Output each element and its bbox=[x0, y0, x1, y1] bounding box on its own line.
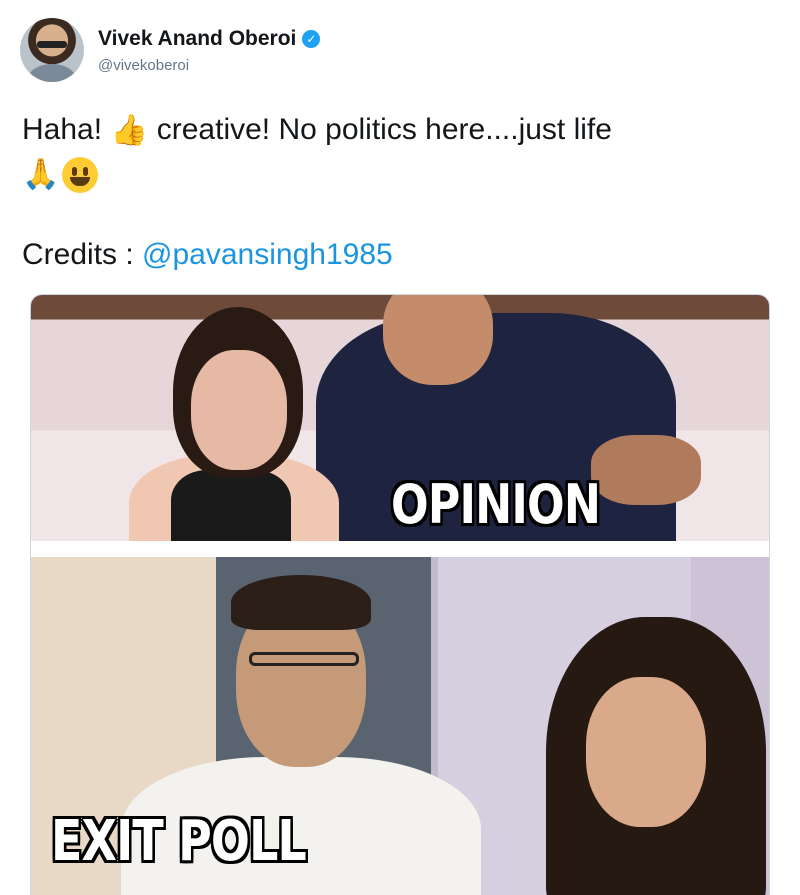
author-names: Vivek Anand Oberoi ✓ @vivekoberoi bbox=[98, 27, 321, 74]
tweet-header: Vivek Anand Oberoi ✓ @vivekoberoi bbox=[20, 18, 321, 82]
tweet-text: Haha! 👍 creative! No politics here....ju… bbox=[22, 108, 782, 196]
grinning-face-emoji-icon bbox=[62, 157, 98, 194]
folded-hands-emoji-icon: 🙏 bbox=[22, 158, 60, 192]
tweet-text-part2: creative! No politics here....just life bbox=[156, 113, 612, 146]
display-name[interactable]: Vivek Anand Oberoi bbox=[98, 27, 296, 51]
man-hair bbox=[231, 575, 371, 630]
meme-panel-top: OPINION POLL bbox=[31, 295, 769, 541]
avatar[interactable] bbox=[20, 18, 84, 82]
avatar-shirt bbox=[28, 64, 76, 82]
woman-top bbox=[171, 470, 291, 541]
man-glasses bbox=[249, 652, 359, 666]
meme-panel-bottom: EXIT POLL bbox=[31, 557, 769, 895]
thumbs-up-emoji-icon: 👍 bbox=[110, 114, 149, 148]
opinion-poll-caption: OPINION POLL bbox=[391, 473, 601, 541]
woman-face bbox=[191, 350, 287, 470]
user-handle[interactable]: @vivekoberoi bbox=[98, 57, 320, 74]
avatar-glasses bbox=[37, 41, 67, 48]
credits-mention-link[interactable]: @pavansingh1985 bbox=[142, 238, 393, 271]
woman-face bbox=[586, 677, 706, 827]
credits-label: Credits : bbox=[22, 238, 134, 271]
man-face bbox=[383, 295, 493, 385]
verified-badge-icon: ✓ bbox=[302, 29, 321, 48]
credits-line: Credits : @pavansingh1985 bbox=[22, 238, 393, 272]
tweet-media-image[interactable]: OPINION POLL EXIT POLL bbox=[30, 294, 770, 895]
display-name-row: Vivek Anand Oberoi ✓ bbox=[98, 27, 321, 51]
exit-poll-caption: EXIT POLL bbox=[51, 809, 307, 874]
tweet-text-part1: Haha! bbox=[22, 113, 103, 146]
